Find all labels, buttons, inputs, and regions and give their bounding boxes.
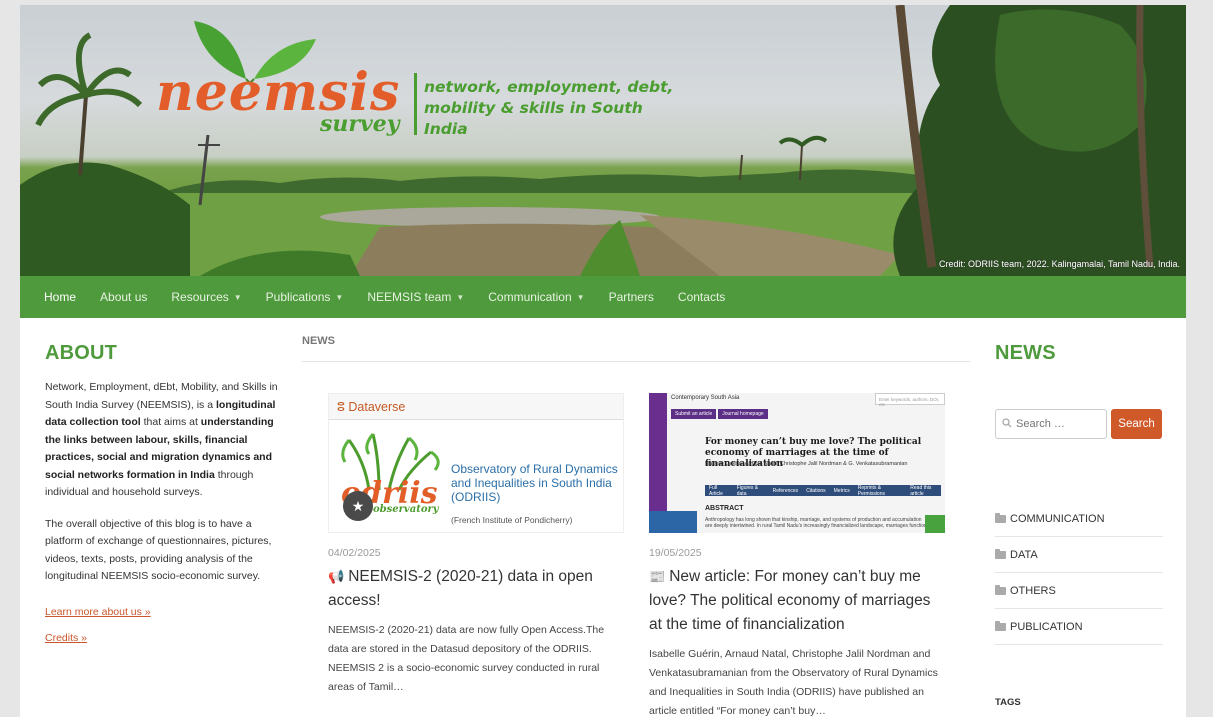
category-label: PUBLICATION xyxy=(1010,620,1083,633)
nav-label: Home xyxy=(44,290,77,304)
newspaper-icon: 📰 xyxy=(649,569,666,584)
category-item-communication[interactable]: COMMUNICATION xyxy=(995,501,1163,537)
about-paragraph-1: Network, Employment, dEbt, Mobility, and… xyxy=(45,379,285,502)
chevron-down-icon: ▼ xyxy=(233,292,242,302)
about-text: that aims at xyxy=(140,416,201,428)
category-item-others[interactable]: OTHERS xyxy=(995,573,1163,609)
article-tab: Figures & data xyxy=(736,484,759,497)
article-tab: Reprints & Permissions xyxy=(857,484,885,497)
folder-icon xyxy=(995,512,1006,523)
search-button[interactable]: Search xyxy=(1111,409,1162,439)
post-title-link[interactable]: 📢 NEEMSIS-2 (2020-21) data in open access… xyxy=(328,565,624,613)
logo-survey: survey xyxy=(320,111,400,137)
submit-article-button: Submit an article xyxy=(671,409,717,419)
article-tab: Full Article xyxy=(709,484,723,497)
nav-publications[interactable]: Publications ▼ xyxy=(266,290,344,304)
nav-partners[interactable]: Partners xyxy=(609,290,654,304)
category-item-publication[interactable]: PUBLICATION xyxy=(995,609,1163,645)
nav-label: Resources xyxy=(171,290,229,304)
category-label: OTHERS xyxy=(1010,584,1056,597)
article-tab: References xyxy=(772,487,799,494)
news-title: NEWS xyxy=(995,342,1056,364)
abstract-text: Anthropology has long shown that kinship… xyxy=(705,517,927,529)
odriis-logo-sub: observatory xyxy=(373,504,439,515)
header-banner: neemsis survey network, employment, debt… xyxy=(20,5,1186,276)
dataverse-header: ⵓ Dataverse xyxy=(329,394,623,420)
category-label: DATA xyxy=(1010,548,1038,561)
post-thumbnail-dataverse[interactable]: ⵓ Dataverse odriis observatory ★ Observa… xyxy=(328,393,624,533)
nav-resources[interactable]: Resources ▼ xyxy=(171,290,241,304)
search-field xyxy=(995,409,1107,439)
journal-homepage-button: Journal homepage xyxy=(718,409,768,419)
news-section-label: NEWS xyxy=(302,335,970,362)
article-authors: Isabelle Guérin, Arnaud Natal, Christoph… xyxy=(705,461,908,467)
nav-communication[interactable]: Communication ▼ xyxy=(488,290,584,304)
search-form: Search xyxy=(995,409,1163,439)
news-card: Contemporary South Asia Enter keywords, … xyxy=(649,393,945,717)
sidebar-promo xyxy=(649,511,697,533)
main-nav: Home About us Resources ▼ Publications ▼ N… xyxy=(20,276,1186,318)
odriis-institute: (French Institute of Pondicherry) xyxy=(451,515,573,525)
nav-label: About us xyxy=(100,290,148,304)
nav-label: Publications xyxy=(265,290,331,304)
dataverse-label: Dataverse xyxy=(348,400,406,414)
article-tab: Citations xyxy=(806,487,826,494)
post-excerpt: NEEMSIS-2 (2020-21) data are now fully O… xyxy=(328,624,605,693)
nav-label: Communication xyxy=(488,290,572,304)
post-thumbnail-article[interactable]: Contemporary South Asia Enter keywords, … xyxy=(649,393,945,533)
tagline-line-1: network, employment, debt, xyxy=(424,78,674,96)
site-logo[interactable]: neemsis survey network, employment, debt… xyxy=(156,15,686,145)
article-tab: Read this article xyxy=(910,484,932,497)
news-card: ⵓ Dataverse odriis observatory ★ Observa… xyxy=(328,393,624,697)
journal-search: Enter keywords, authors, DOI, etc xyxy=(875,393,945,407)
post-title-text: New article: For money can’t buy me love… xyxy=(649,568,931,633)
nav-about-us[interactable]: About us xyxy=(100,290,147,304)
nav-home[interactable]: Home xyxy=(44,290,76,304)
category-list: COMMUNICATION DATA OTHERS PUBLICATION xyxy=(995,501,1163,645)
folder-icon xyxy=(995,620,1006,631)
nav-neemsis-team[interactable]: NEEMSIS team ▼ xyxy=(367,290,464,304)
abstract-label: ABSTRACT xyxy=(705,505,744,512)
folder-icon xyxy=(995,548,1006,559)
site: neemsis survey network, employment, debt… xyxy=(20,5,1186,717)
about-sidebar: ABOUT Network, Employment, dEbt, Mobilit… xyxy=(45,342,285,644)
chevron-down-icon: ▼ xyxy=(335,292,344,302)
chevron-down-icon: ▼ xyxy=(576,292,585,302)
logo-tagline: network, employment, debt, mobility & sk… xyxy=(424,77,684,140)
star-icon: ★ xyxy=(343,491,373,521)
post-excerpt: Isabelle Guérin, Arnaud Natal, Christoph… xyxy=(649,648,938,717)
article-tab: Metrics xyxy=(833,487,850,494)
category-label: COMMUNICATION xyxy=(1010,512,1105,525)
about-paragraph-2: The overall objective of this blog is to… xyxy=(45,517,272,583)
category-item-data[interactable]: DATA xyxy=(995,537,1163,573)
credits-link[interactable]: Credits » xyxy=(45,632,285,644)
news-sidebar: NEWS Search COMMUNICATION DATA OTHERS PU… xyxy=(995,342,1163,708)
post-title-text: NEEMSIS-2 (2020-21) data in open access! xyxy=(328,568,593,609)
search-input[interactable] xyxy=(1016,418,1104,430)
related-badge xyxy=(925,515,945,533)
tags-title: TAGS xyxy=(995,697,1021,708)
megaphone-icon: 📢 xyxy=(328,569,345,584)
news-feed: NEWS ⵓ Dataverse odriis observatory ★ Ob… xyxy=(302,335,970,717)
post-date: 19/05/2025 xyxy=(649,547,702,559)
chevron-down-icon: ▼ xyxy=(456,292,465,302)
search-icon xyxy=(1002,417,1012,431)
post-date: 04/02/2025 xyxy=(328,547,381,559)
logo-divider xyxy=(414,73,417,135)
photo-credit: Credit: ODRIIS team, 2022. Kalingamalai,… xyxy=(939,259,1180,269)
post-title-link[interactable]: 📰 New article: For money can’t buy me lov… xyxy=(649,565,945,637)
tagline-line-2: mobility & skills in South India xyxy=(424,99,643,138)
dataverse-logo: ⵓ Dataverse xyxy=(337,400,406,414)
learn-more-link[interactable]: Learn more about us » xyxy=(45,606,285,618)
journal-buttons: Submit an article Journal homepage xyxy=(671,409,768,419)
nav-label: NEEMSIS team xyxy=(367,290,452,304)
folder-icon xyxy=(995,584,1006,595)
nav-label: Contacts xyxy=(677,290,726,304)
article-tabs: Full Article Figures & data References C… xyxy=(705,484,941,497)
nav-contacts[interactable]: Contacts xyxy=(678,290,725,304)
about-title: ABOUT xyxy=(45,342,118,364)
nav-label: Partners xyxy=(608,290,654,304)
odriis-title: Observatory of Rural Dynamics and Inequa… xyxy=(451,462,618,504)
